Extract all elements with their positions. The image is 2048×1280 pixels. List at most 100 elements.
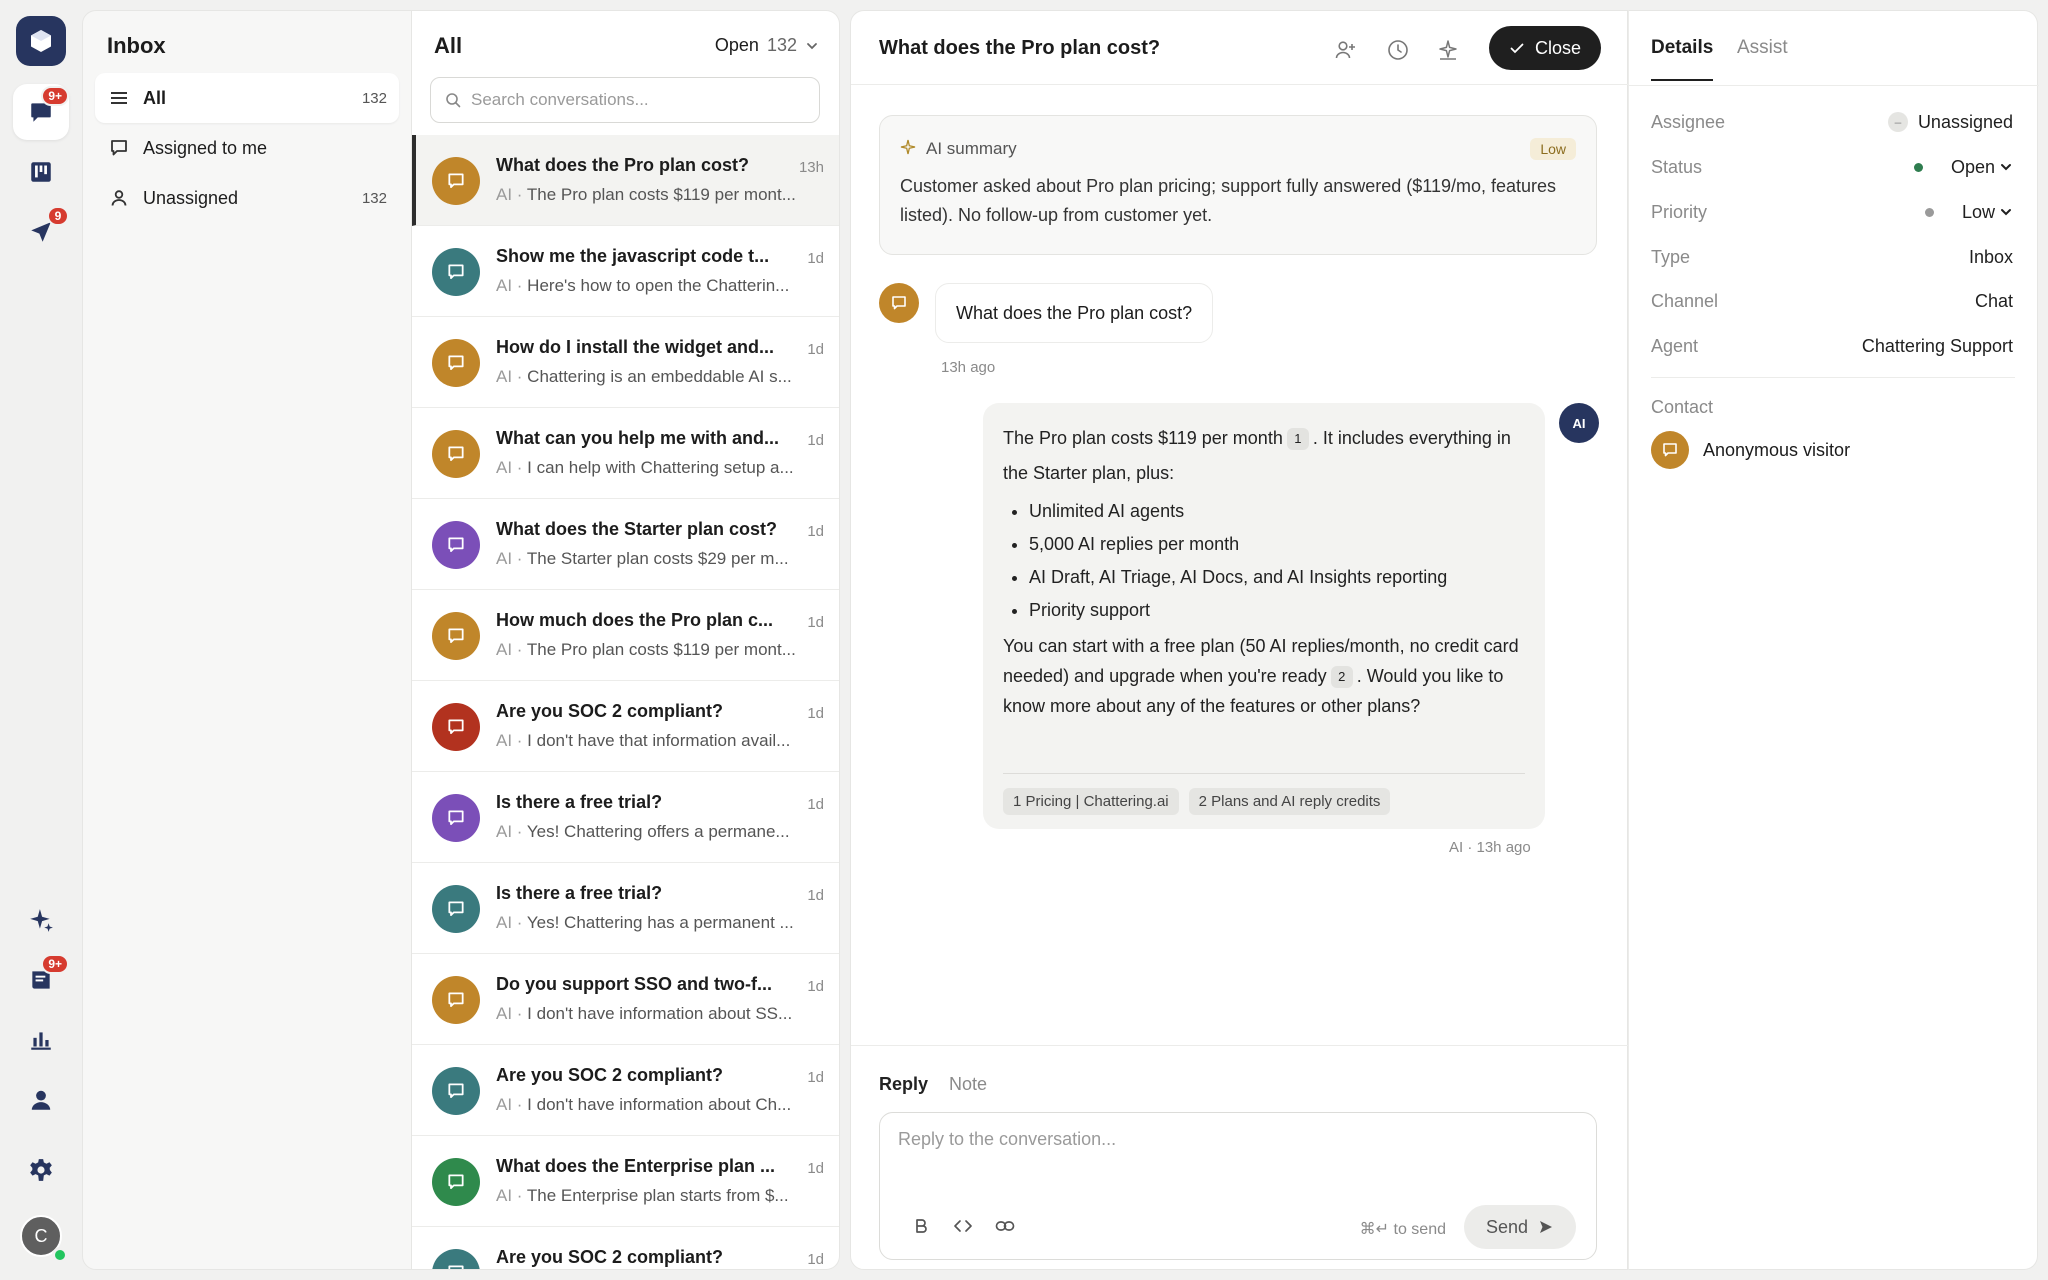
ai-prefix: AI ·	[496, 1095, 528, 1114]
detail-row-status[interactable]: Status Open	[1651, 152, 2013, 182]
conversation-time: 1d	[807, 614, 824, 631]
logo-icon[interactable]	[16, 16, 66, 66]
rail-inbox-button[interactable]: 9+	[13, 84, 69, 140]
nav-item-assigned-to-me[interactable]: Assigned to me	[95, 123, 399, 173]
rail-knowledge-button[interactable]: 9+	[13, 952, 69, 1008]
detail-label: Assignee	[1651, 111, 1726, 132]
chat-bubble-icon	[448, 719, 464, 734]
rail-settings-button[interactable]	[13, 1142, 69, 1198]
close-conversation-button[interactable]: Close	[1488, 26, 1601, 70]
source-chip[interactable]: 1 Pricing | Chattering.ai	[1003, 788, 1179, 815]
detail-row-channel: Channel Chat	[1651, 286, 2013, 316]
close-button-label: Close	[1534, 37, 1581, 58]
detail-row-priority[interactable]: Priority Low	[1651, 197, 2013, 227]
nav-item-all[interactable]: All 132	[95, 73, 399, 123]
conversation-row[interactable]: What can you help me with and... 1d AI · I…	[412, 408, 839, 499]
chat-bubble-icon	[1663, 443, 1677, 457]
chat-bubble-icon	[448, 1174, 464, 1189]
chat-bubble-icon	[448, 446, 464, 461]
unassigned-icon: –	[1887, 112, 1908, 132]
conversation-row[interactable]: Are you SOC 2 compliant? 1d	[412, 1227, 839, 1269]
rail-board-button[interactable]	[13, 144, 69, 200]
reply-input[interactable]	[898, 1129, 1578, 1169]
preview-text: Yes! Chattering has a permanent ...	[526, 913, 794, 932]
link-icon[interactable]	[990, 1211, 1020, 1241]
status-filter-dropdown[interactable]: Open 132	[715, 35, 819, 56]
conversation-row[interactable]: What does the Starter plan cost? 1d AI · T…	[412, 499, 839, 590]
conversation-row[interactable]: How do I install the widget and... 1d AI ·…	[412, 317, 839, 408]
filter-label: Open	[714, 35, 759, 55]
conversation-time: 1d	[807, 705, 824, 722]
contact-name: Anonymous visitor	[1703, 439, 1851, 460]
conversation-avatar	[432, 1158, 480, 1206]
bold-icon[interactable]	[906, 1211, 936, 1241]
conversation-title: What does the Pro plan cost?	[496, 155, 750, 175]
conversation-row[interactable]: Show me the javascript code t... 1d AI · H…	[412, 226, 839, 317]
detail-label: Status	[1651, 156, 1703, 177]
conversation-list-panel: All Open 132 What does the Pro plan cost…	[412, 10, 840, 1270]
conversation-avatar	[432, 885, 480, 933]
conversation-time: 1d	[807, 523, 824, 540]
chat-bubble-icon	[448, 355, 464, 370]
book-badge: 9+	[41, 954, 69, 974]
rail-reports-button[interactable]	[13, 1012, 69, 1068]
conversation-row[interactable]: What does the Enterprise plan ... 1d AI · …	[412, 1136, 839, 1227]
ai-prefix: AI ·	[496, 458, 528, 477]
rail-contacts-button[interactable]	[13, 1072, 69, 1128]
conversation-row[interactable]: Do you support SSO and two-f... 1d AI · I …	[412, 954, 839, 1045]
conversation-row[interactable]: Is there a free trial? 1d AI · Yes! Chatte…	[412, 772, 839, 863]
detail-value: Open	[1950, 156, 1995, 177]
conversation-row[interactable]: What does the Pro plan cost? 13h AI · The …	[412, 135, 839, 226]
conversation-preview: AI · The Starter plan costs $29 per m...	[496, 549, 826, 569]
nav-item-unassigned[interactable]: Unassigned 132	[95, 173, 399, 223]
detail-row-assignee[interactable]: Assignee – Unassigned	[1651, 107, 2013, 137]
ai-sparkle-icon[interactable]	[1433, 35, 1463, 65]
send-button[interactable]: Send	[1463, 1205, 1576, 1249]
ai-prefix: AI ·	[496, 640, 527, 659]
conversation-preview: AI · I don't have information about Ch..…	[496, 1095, 826, 1115]
chevron-down-icon	[2001, 164, 2011, 171]
conversation-avatar	[432, 157, 480, 205]
rail-outbound-button[interactable]: 9	[13, 204, 69, 260]
tab-assist[interactable]: Assist	[1737, 37, 1788, 59]
send-arrow-icon	[1540, 1221, 1552, 1233]
tab-reply[interactable]: Reply	[879, 1074, 928, 1095]
tab-note[interactable]: Note	[949, 1074, 987, 1095]
contact-row[interactable]: Anonymous visitor	[1651, 431, 1850, 469]
conversation-title: How do I install the widget and...	[496, 337, 775, 357]
conversation-preview: AI · I can help with Chattering setup a.…	[496, 458, 826, 478]
chat-bubble-icon	[448, 537, 464, 552]
conversation-title: Do you support SSO and two-f...	[496, 974, 772, 994]
source-chip[interactable]: 2 Plans and AI reply credits	[1188, 788, 1391, 815]
conversation-avatar	[432, 703, 480, 751]
code-icon[interactable]	[948, 1211, 978, 1241]
detail-value: Low	[1961, 201, 1995, 222]
search-input[interactable]	[471, 90, 791, 110]
ai-prefix: AI ·	[496, 731, 528, 750]
preview-text: I don't have information about Ch...	[527, 1095, 792, 1114]
conversation-row[interactable]: Is there a free trial? 1d AI · Yes! Chatte…	[412, 863, 839, 954]
conversation-avatar	[432, 339, 480, 387]
details-divider	[1629, 85, 2039, 86]
details-panel: Details Assist Assignee – Unassigned Sta…	[1628, 10, 2039, 1270]
sparkle-icon	[30, 909, 53, 932]
conversation-time: 1d	[807, 978, 824, 995]
conversation-title: What does the Pro plan cost?	[879, 37, 1161, 59]
conversation-row[interactable]: Are you SOC 2 compliant? 1d AI · I don't h…	[412, 681, 839, 772]
citation-1[interactable]: 1	[1286, 428, 1309, 451]
conversation-row[interactable]: How much does the Pro plan c... 1d AI · Th…	[412, 590, 839, 681]
chevron-down-icon	[2001, 209, 2011, 216]
tab-details[interactable]: Details	[1651, 37, 1714, 81]
snooze-clock-icon[interactable]	[1383, 35, 1413, 65]
citation-2[interactable]: 2	[1330, 666, 1353, 689]
preview-text: I don't have information about SS...	[527, 1004, 793, 1023]
list-item: Unlimited AI agents	[1029, 495, 1525, 528]
priority-pill: Low	[1530, 138, 1576, 160]
rail-ai-button[interactable]	[13, 892, 69, 948]
ai-summary-card: AI summary Low Customer asked about Pro …	[879, 115, 1597, 255]
detail-label: Channel	[1651, 290, 1719, 311]
assign-user-icon[interactable]	[1331, 35, 1361, 65]
sparkle-icon	[900, 139, 916, 160]
detail-value: Unassigned	[1917, 111, 2013, 132]
conversation-row[interactable]: Are you SOC 2 compliant? 1d AI · I don't h…	[412, 1045, 839, 1136]
